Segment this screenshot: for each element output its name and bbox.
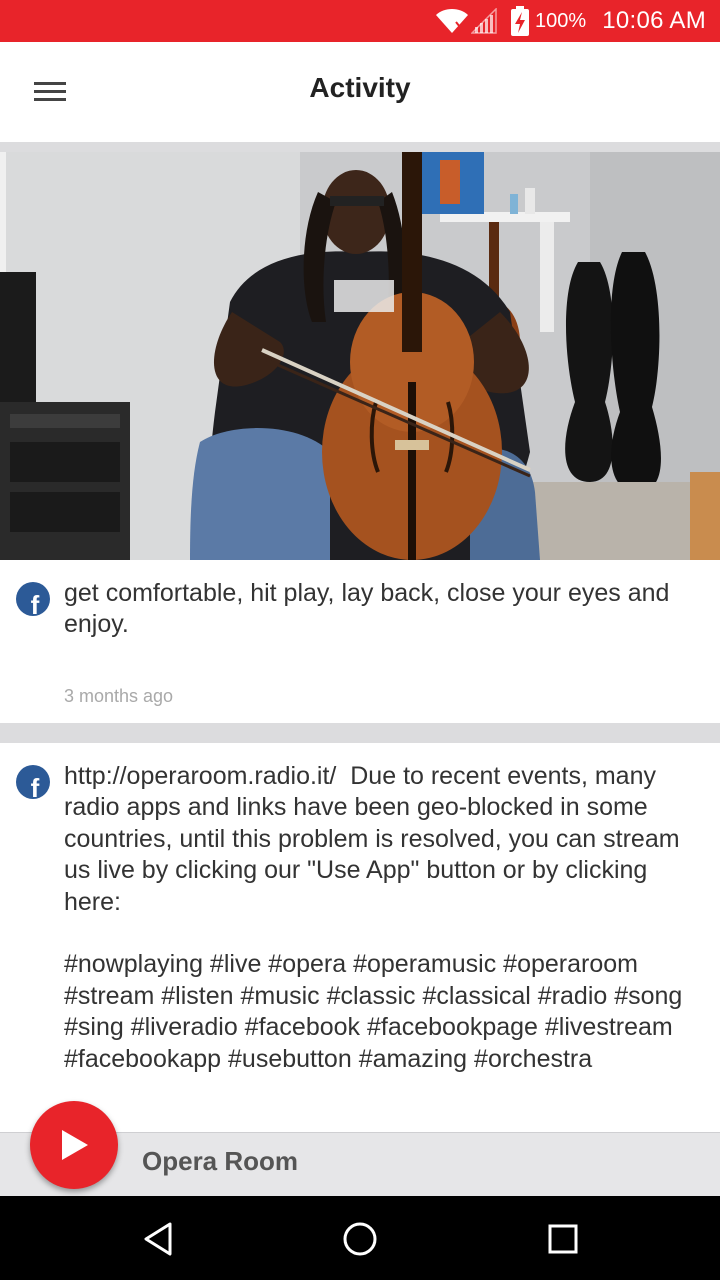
station-name: Opera Room — [142, 1146, 299, 1176]
post-text: http://operaroom.radio.it/ Due to recent… — [64, 762, 683, 1073]
system-navigation-bar — [0, 1196, 720, 1280]
play-icon — [62, 1130, 88, 1160]
play-button[interactable] — [30, 1101, 118, 1189]
wifi-icon — [435, 8, 469, 34]
facebook-icon: f — [16, 765, 50, 799]
clock: 10:06 AM — [602, 7, 706, 34]
app-screen: 100% 10:06 AM Activity f get comfortable… — [0, 0, 720, 1280]
status-bar: 100% 10:06 AM — [0, 0, 720, 42]
feed-post[interactable]: f get comfortable, hit play, lay back, c… — [0, 152, 720, 723]
app-bar: Activity — [0, 42, 720, 142]
cell-signal-icon — [471, 8, 497, 34]
recents-icon[interactable] — [540, 1216, 586, 1262]
page-title: Activity — [309, 72, 411, 103]
post-text: get comfortable, hit play, lay back, clo… — [64, 579, 677, 639]
post-timestamp: 3 months ago — [64, 686, 174, 706]
battery-percentage: 100% — [535, 9, 587, 32]
facebook-icon: f — [16, 582, 50, 616]
cellist-photo[interactable] — [0, 152, 720, 560]
activity-feed[interactable]: f get comfortable, hit play, lay back, c… — [0, 152, 720, 1183]
battery-charging-icon — [511, 6, 530, 36]
back-icon[interactable] — [135, 1216, 181, 1262]
home-icon[interactable] — [337, 1216, 383, 1262]
